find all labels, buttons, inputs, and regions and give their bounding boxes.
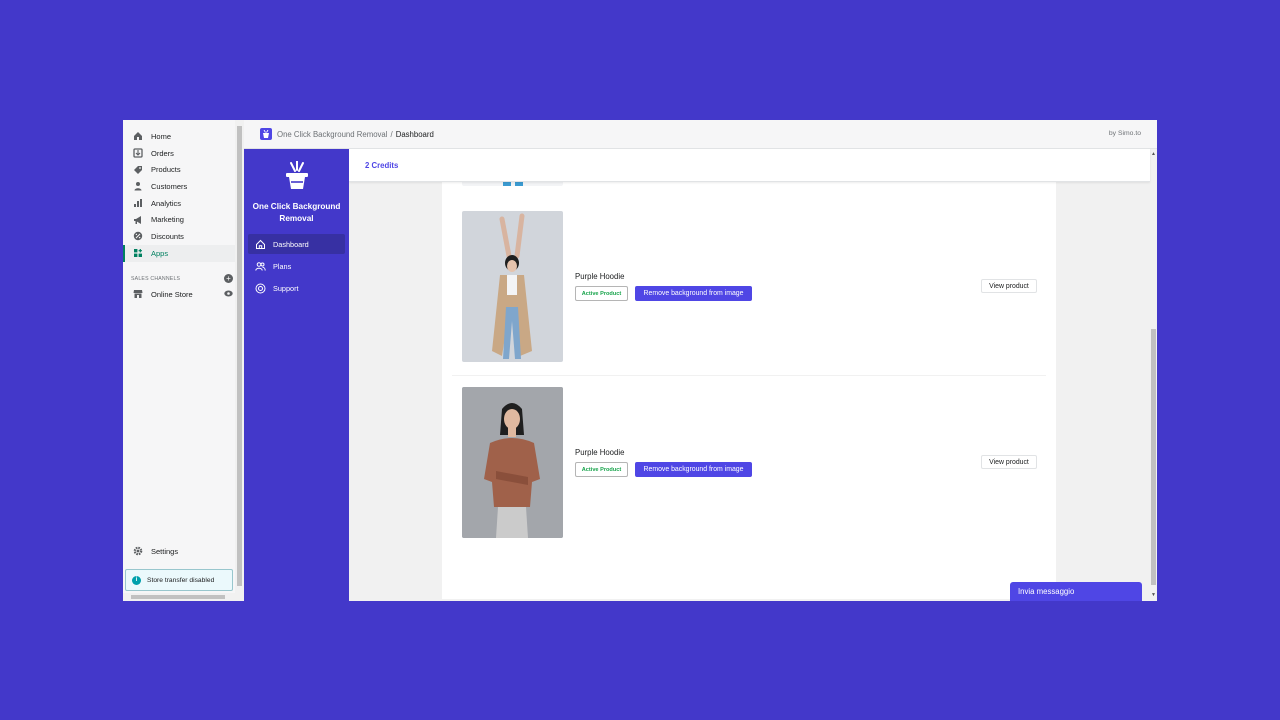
product-image xyxy=(462,387,563,538)
remove-background-button[interactable]: Remove background from image xyxy=(635,462,752,477)
scroll-up-icon[interactable]: ▲ xyxy=(1151,151,1156,157)
tag-icon xyxy=(133,165,143,175)
nav-label: Marketing xyxy=(151,215,184,225)
settings-label: Settings xyxy=(151,546,179,556)
nav-item-marketing[interactable]: Marketing xyxy=(123,211,243,228)
store-transfer-banner: i Store transfer disabled xyxy=(125,569,233,591)
product-title[interactable]: Purple Hoodie xyxy=(575,448,624,457)
bar-chart-icon xyxy=(133,198,143,208)
nav-item-orders[interactable]: Orders xyxy=(123,145,243,162)
nav-item-discounts[interactable]: Discounts xyxy=(123,228,243,245)
nav-label: Products xyxy=(151,165,181,175)
row-divider xyxy=(452,375,1046,376)
nav-item-analytics[interactable]: Analytics xyxy=(123,195,243,212)
app-nav-dashboard[interactable]: Dashboard xyxy=(248,234,345,254)
scrollbar-thumb[interactable] xyxy=(1151,329,1156,585)
person-icon xyxy=(133,181,143,191)
admin-sidebar: Home Orders Products Customers Analytics… xyxy=(123,120,244,601)
nav-label: Customers xyxy=(151,181,188,191)
scroll-down-icon[interactable]: ▼ xyxy=(1151,592,1156,598)
nav-item-apps[interactable]: Apps xyxy=(123,244,239,262)
chat-send-message-button[interactable]: Invia messaggio xyxy=(1010,582,1142,601)
home-icon xyxy=(255,238,267,250)
sales-channels-header: SALES CHANNELS + xyxy=(123,272,243,286)
browser-frame: Home Orders Products Customers Analytics… xyxy=(123,120,1157,601)
app-nav-label: Plans xyxy=(273,261,292,271)
nav-item-home[interactable]: Home xyxy=(123,128,243,145)
info-icon: i xyxy=(132,575,141,585)
status-badge: Active Product xyxy=(575,286,628,301)
app-nav-label: Support xyxy=(273,283,299,293)
nav-label: Apps xyxy=(151,248,169,258)
breadcrumb-separator: / xyxy=(390,129,393,139)
nav-label: Analytics xyxy=(151,198,182,208)
sales-channels-title: SALES CHANNELS xyxy=(131,275,181,282)
app-nav-label: Dashboard xyxy=(273,239,309,249)
app-logo-icon xyxy=(260,128,272,140)
online-store-label: Online Store xyxy=(151,289,193,299)
view-product-button[interactable]: View product xyxy=(981,455,1037,469)
store-icon xyxy=(133,289,143,299)
nav-item-online-store[interactable]: Online Store xyxy=(123,286,243,303)
nav-label: Orders xyxy=(151,148,174,158)
users-icon xyxy=(255,260,267,272)
credits-count: 2 Credits xyxy=(365,160,399,170)
support-icon xyxy=(255,282,267,294)
app-brand-name: One Click Background Removal xyxy=(252,202,341,223)
megaphone-icon xyxy=(133,215,143,225)
breadcrumb-app[interactable]: One Click Background Removal xyxy=(277,130,388,139)
apps-icon xyxy=(133,248,143,258)
content-scrollbar[interactable]: ▲ ▼ xyxy=(1150,149,1157,601)
product-image xyxy=(462,211,563,362)
sidebar-scrollbar[interactable] xyxy=(235,120,244,601)
home-icon xyxy=(133,131,143,141)
app-nav-support[interactable]: Support xyxy=(248,278,345,298)
main-content: 2 Credits Purple Hoodie Active Product R… xyxy=(349,149,1157,601)
scrollbar-thumb[interactable] xyxy=(237,126,242,586)
product-list-card: Purple Hoodie Active Product Remove back… xyxy=(442,149,1056,599)
credits-bar: 2 Credits xyxy=(349,149,1150,182)
status-badge: Active Product xyxy=(575,462,628,477)
magic-hat-icon xyxy=(282,160,312,195)
eye-icon[interactable] xyxy=(224,290,233,299)
app-nav-plans[interactable]: Plans xyxy=(248,256,345,276)
developer-byline: by Simo.to xyxy=(1108,130,1141,137)
nav-item-products[interactable]: Products xyxy=(123,161,243,178)
remove-background-button[interactable]: Remove background from image xyxy=(635,286,752,301)
gear-icon xyxy=(133,546,143,556)
nav-label: Discounts xyxy=(151,231,184,241)
scrollbar-thumb[interactable] xyxy=(131,595,225,599)
view-product-button[interactable]: View product xyxy=(981,279,1037,293)
discount-icon xyxy=(133,231,143,241)
nav-label: Home xyxy=(151,131,172,141)
add-channel-icon[interactable]: + xyxy=(224,274,233,283)
nav-item-settings[interactable]: Settings xyxy=(123,543,235,560)
app-sidebar: One Click Background Removal Dashboard P… xyxy=(244,149,349,601)
product-title[interactable]: Purple Hoodie xyxy=(575,272,624,281)
store-transfer-text: Store transfer disabled xyxy=(147,576,215,584)
nav-item-customers[interactable]: Customers xyxy=(123,178,243,195)
sidebar-horizontal-scrollbar[interactable] xyxy=(123,593,235,601)
breadcrumb-page: Dashboard xyxy=(395,129,434,139)
orders-icon xyxy=(133,148,143,158)
app-header: One Click Background Removal / Dashboard… xyxy=(244,120,1157,149)
